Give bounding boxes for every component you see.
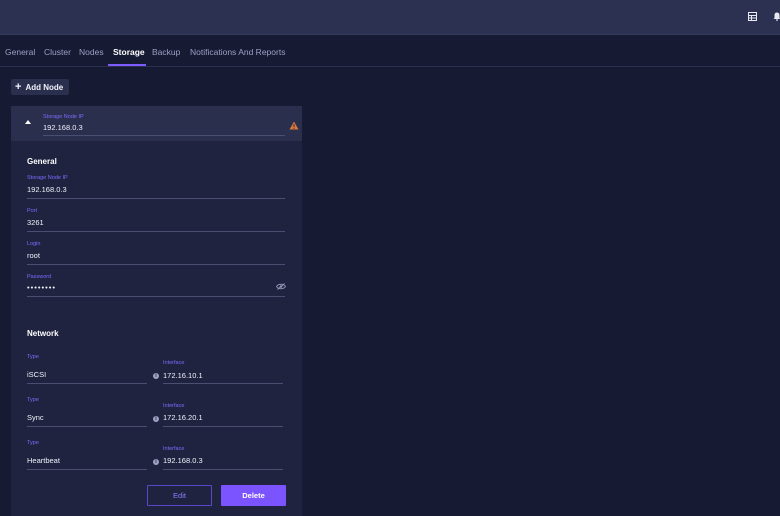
storage-node-panel: Storage Node IP 192.168.0.3 General Stor… [11, 106, 302, 516]
network-interface-field[interactable]: 172.16.20.1 [163, 413, 203, 422]
tab-backup[interactable]: Backup [152, 47, 180, 57]
network-interface-label: Interface [163, 446, 185, 452]
network-type-label: Type [27, 397, 39, 403]
header-ip-label: Storage Node IP [43, 114, 84, 120]
network-interface-label: Interface [163, 403, 185, 409]
password-field[interactable]: •••••••• [27, 283, 56, 292]
network-type-underline [27, 426, 147, 427]
add-node-label: Add Node [25, 82, 64, 92]
eye-off-icon[interactable] [275, 283, 287, 292]
tab-cluster[interactable]: Cluster [44, 47, 71, 57]
port-field[interactable]: 3261 [27, 218, 44, 227]
network-interface-label: Interface [163, 360, 185, 366]
port-underline [27, 231, 285, 232]
tab-notifications-and-reports[interactable]: Notifications And Reports [190, 47, 285, 57]
login-underline [27, 264, 285, 265]
delete-button[interactable]: Delete [221, 485, 286, 506]
chevron-up-icon[interactable] [25, 120, 31, 124]
bell-icon[interactable] [773, 10, 780, 24]
storage-ip-underline [27, 198, 285, 199]
network-type-label: Type [27, 354, 39, 360]
general-section-title: General [27, 157, 57, 166]
network-interface-field[interactable]: 192.168.0.3 [163, 456, 203, 465]
header-ip-value[interactable]: 192.168.0.3 [43, 123, 83, 132]
storage-ip-label: Storage Node IP [27, 175, 68, 181]
network-interface-underline [163, 383, 283, 384]
tab-general[interactable]: General [5, 47, 35, 57]
network-type-underline [27, 469, 147, 470]
network-type-field[interactable]: Heartbeat [27, 456, 60, 465]
info-icon: i [153, 459, 159, 465]
login-label: Login [27, 241, 41, 247]
network-interface-underline [163, 426, 283, 427]
add-node-button[interactable]: + Add Node [11, 79, 69, 95]
login-field[interactable]: root [27, 251, 40, 260]
password-underline [27, 296, 285, 297]
edit-button[interactable]: Edit [147, 485, 212, 506]
port-label: Port [27, 208, 38, 214]
tab-nodes[interactable]: Nodes [79, 47, 104, 57]
password-label: Password [27, 274, 52, 280]
header-ip-underline [43, 135, 285, 136]
info-icon: i [153, 416, 159, 422]
network-type-underline [27, 383, 147, 384]
network-section-title: Network [27, 329, 59, 338]
network-type-label: Type [27, 440, 39, 446]
plus-icon: + [15, 81, 22, 93]
active-tab-indicator [108, 64, 146, 66]
warning-icon [289, 121, 299, 132]
network-type-field[interactable]: Sync [27, 413, 44, 422]
network-interface-field[interactable]: 172.16.10.1 [163, 371, 203, 380]
storage-ip-field[interactable]: 192.168.0.3 [27, 185, 67, 194]
network-type-field[interactable]: iSCSI [27, 370, 46, 379]
settings-tabs: General Cluster Nodes Storage Backup Not… [0, 36, 780, 67]
info-icon: i [153, 373, 159, 379]
storage-node-header[interactable]: Storage Node IP 192.168.0.3 [11, 106, 302, 141]
network-interface-underline [163, 469, 283, 470]
top-bar [0, 0, 780, 35]
tab-storage[interactable]: Storage [113, 47, 145, 57]
table-icon[interactable] [748, 10, 757, 24]
